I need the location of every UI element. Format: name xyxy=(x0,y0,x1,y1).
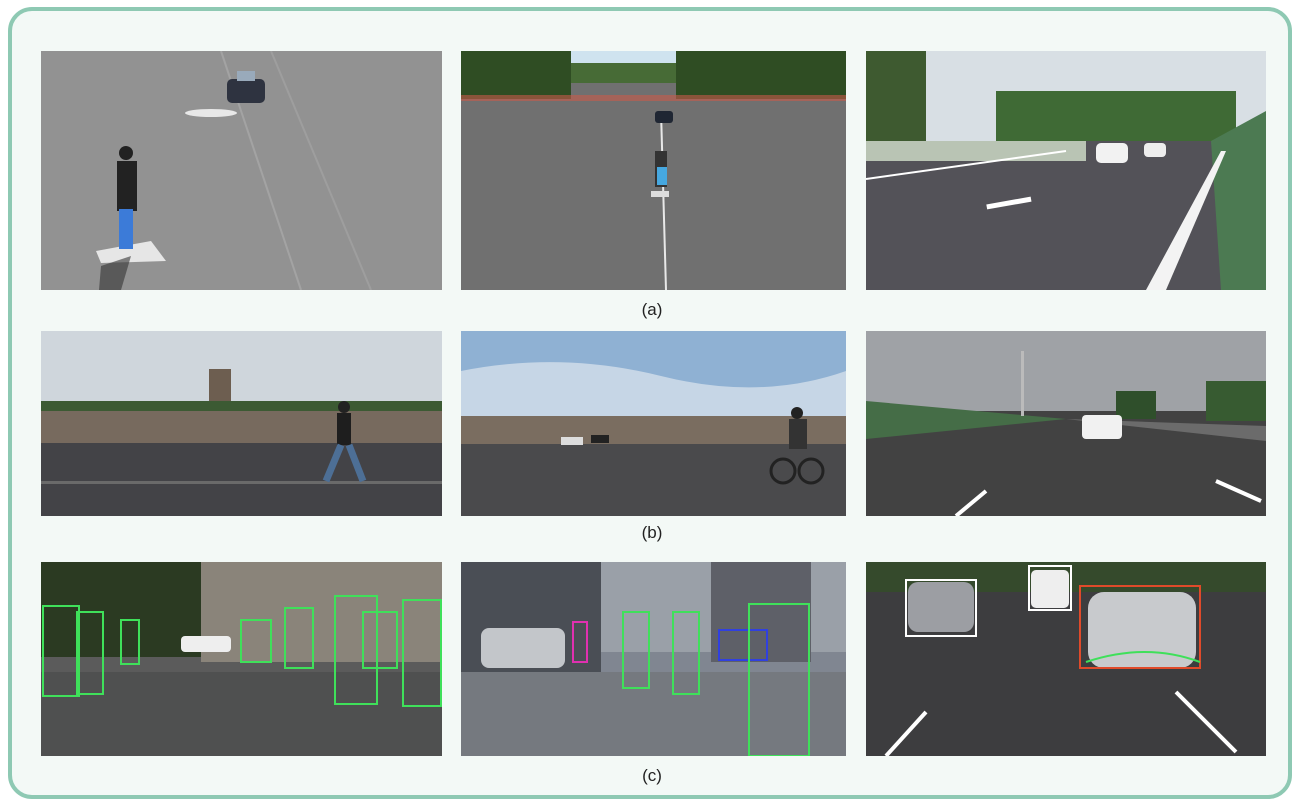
caption-a: (a) xyxy=(641,300,663,319)
photo-c1 xyxy=(41,562,442,756)
photo-c2 xyxy=(461,562,846,756)
photo-a2 xyxy=(461,51,846,290)
caption-b: (b) xyxy=(641,523,663,542)
caption-c: (c) xyxy=(642,766,662,785)
photo-b1 xyxy=(41,331,442,516)
photo-c3 xyxy=(866,562,1266,756)
photo-a3 xyxy=(866,51,1266,290)
photo-a1 xyxy=(41,51,442,290)
photo-b3 xyxy=(866,331,1266,516)
photo-b2 xyxy=(461,331,846,516)
